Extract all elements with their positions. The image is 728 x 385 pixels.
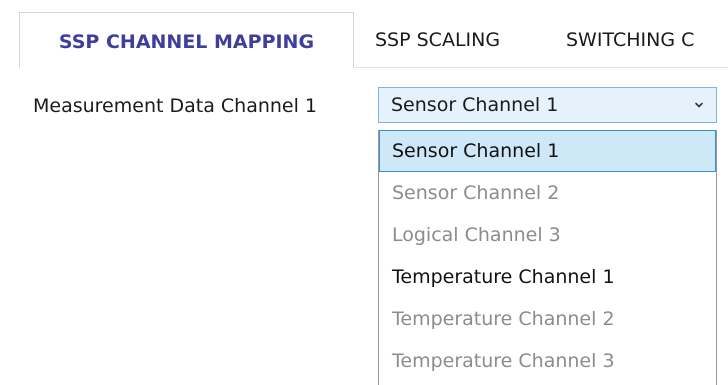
dropdown-option-logical-channel-3: Logical Channel 3 bbox=[392, 224, 561, 246]
dropdown-option-temperature-channel-1[interactable]: Temperature Channel 1 bbox=[379, 256, 716, 298]
chevron-down-icon bbox=[695, 102, 703, 108]
tab-ssp-channel-mapping[interactable]: SSP CHANNEL MAPPING bbox=[19, 12, 354, 68]
measurement-data-channel-label: Measurement Data Channel 1 bbox=[33, 95, 318, 117]
dropdown-option-sensor-channel-1[interactable]: Sensor Channel 1 bbox=[379, 130, 716, 172]
dropdown-list: Sensor Channel 1 Sensor Channel 2 Logica… bbox=[378, 130, 717, 385]
dropdown-option-temperature-channel-3: Temperature Channel 3 bbox=[392, 350, 615, 372]
dropdown-option-sensor-channel-2: Sensor Channel 2 bbox=[392, 182, 560, 204]
page: SSP CHANNEL MAPPING SSP SCALING SWITCHIN… bbox=[0, 0, 728, 385]
tab-bar: SSP CHANNEL MAPPING SSP SCALING SWITCHIN… bbox=[0, 0, 728, 68]
tab-switching[interactable]: SWITCHING C bbox=[566, 12, 694, 68]
tab-ssp-scaling[interactable]: SSP SCALING bbox=[375, 12, 500, 68]
measurement-data-channel-select[interactable]: Sensor Channel 1 bbox=[378, 87, 717, 123]
dropdown-option-temperature-channel-2: Temperature Channel 2 bbox=[392, 308, 615, 330]
select-current-value: Sensor Channel 1 bbox=[391, 94, 559, 116]
